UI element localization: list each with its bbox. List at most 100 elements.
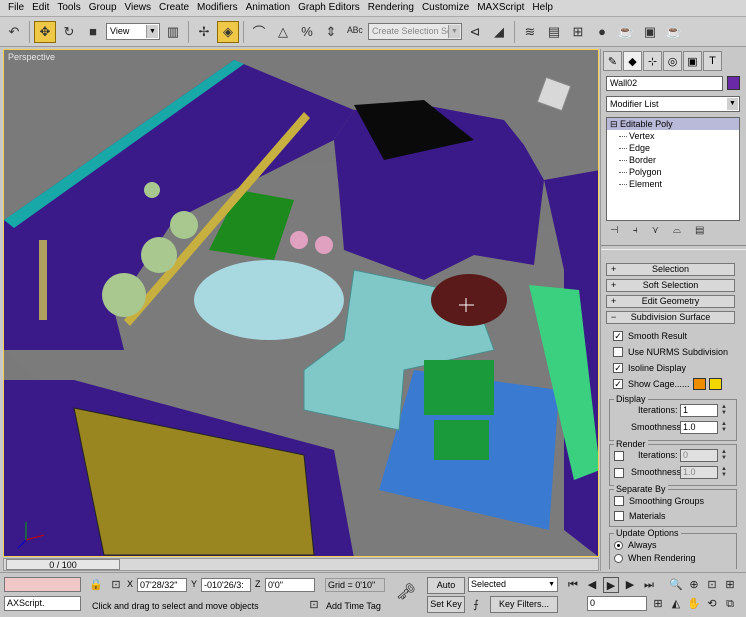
go-to-end-icon[interactable]: ⏭ (641, 577, 657, 593)
maximize-viewport-icon[interactable]: ⧉ (722, 596, 738, 612)
schematic-icon[interactable]: ⊞ (567, 21, 589, 43)
menu-customize[interactable]: Customize (418, 0, 473, 16)
object-name-field[interactable]: Wall02 (606, 76, 723, 91)
curve-editor-icon[interactable]: ▤ (543, 21, 565, 43)
scale-icon[interactable]: ■ (82, 21, 104, 43)
maxscript-listener-pink[interactable] (4, 577, 81, 592)
quick-render-icon[interactable]: ▣ (639, 21, 661, 43)
menu-file[interactable]: File (4, 0, 28, 16)
rollout-selection[interactable]: + Selection (606, 263, 735, 276)
configure-modifier-sets-icon[interactable]: ▤ (695, 225, 704, 241)
menu-maxscript[interactable]: MAXScript (473, 0, 528, 16)
viewcube[interactable] (536, 76, 572, 112)
menu-graph-editors[interactable]: Graph Editors (294, 0, 364, 16)
show-cage-checkbox[interactable]: ✓ Show Cage...... (613, 377, 722, 391)
spinner-arrows-icon[interactable]: ▲ ▼ (720, 421, 728, 434)
when-rendering-radio[interactable]: When Rendering (614, 551, 696, 565)
menu-edit[interactable]: Edit (28, 0, 53, 16)
y-coordinate-field[interactable]: -010'26/3: (201, 578, 251, 592)
display-smoothness-spinner[interactable]: 1.0 (680, 421, 718, 434)
display-iterations-spinner[interactable]: 1 (680, 404, 718, 417)
checkbox-unchecked[interactable] (614, 511, 624, 521)
x-coordinate-field[interactable]: 07'28/32" (137, 578, 187, 592)
key-icon[interactable]: 🗝 (395, 585, 417, 601)
utilities-tab-icon[interactable]: T (703, 51, 722, 71)
rollout-edit-geometry[interactable]: + Edit Geometry (606, 295, 735, 308)
spinner-snap-icon[interactable]: ⇕ (320, 21, 342, 43)
cage-color-swatch-1[interactable] (692, 378, 706, 390)
auto-key-button[interactable]: Auto Key (427, 577, 465, 605)
zoom-all-icon[interactable]: ⊕ (686, 577, 702, 593)
render-smoothness-spinner[interactable]: 1.0 (680, 466, 718, 479)
render-iterations-spinner[interactable]: 0 (680, 449, 718, 462)
orbit-icon[interactable]: ⟲ (704, 596, 720, 612)
pan-icon[interactable]: ✋ (686, 596, 702, 612)
checkbox-checked[interactable]: ✓ (613, 331, 623, 341)
spinner-arrows-icon[interactable]: ▲ ▼ (720, 404, 728, 417)
lock-selection-icon[interactable]: 🔒 (88, 577, 104, 593)
stack-item-element[interactable]: Element (607, 178, 739, 190)
modify-tab-icon[interactable]: ◆ (623, 51, 642, 71)
zoom-extents-icon[interactable]: ⊡ (704, 577, 720, 593)
add-time-tag[interactable]: Add Time Tag (326, 601, 381, 611)
absolute-mode-icon[interactable]: ⊡ (108, 577, 124, 593)
angle-snap-icon[interactable]: △ (272, 21, 294, 43)
show-end-result-icon[interactable]: ⫞ (633, 225, 638, 241)
checkbox-unchecked[interactable] (613, 347, 623, 357)
named-selection-icon[interactable]: ᴬᴮᶜ (344, 21, 366, 43)
use-nurms-checkbox[interactable]: Use NURMS Subdivision (613, 345, 728, 359)
checkbox-unchecked[interactable] (614, 496, 624, 506)
manipulate-icon[interactable]: ✢ (193, 21, 215, 43)
z-coordinate-field[interactable]: 0'0" (265, 578, 315, 592)
play-icon[interactable]: ▶ (603, 577, 619, 593)
menu-rendering[interactable]: Rendering (364, 0, 418, 16)
rollout-subdivision-surface[interactable]: − Subdivision Surface (606, 311, 735, 324)
render-iterations-checkbox[interactable] (614, 451, 624, 461)
stack-item-vertex[interactable]: Vertex (607, 130, 739, 142)
zoom-icon[interactable]: 🔍 (668, 577, 684, 593)
align-icon[interactable]: ◢ (488, 21, 510, 43)
layer-icon[interactable]: ≋ (519, 21, 541, 43)
field-of-view-icon[interactable]: ◭ (668, 596, 684, 612)
menu-animation[interactable]: Animation (242, 0, 294, 16)
percent-snap-icon[interactable]: % (296, 21, 318, 43)
next-frame-icon[interactable]: ▶ (622, 577, 638, 593)
radio-selected[interactable] (614, 540, 623, 550)
zoom-extents-all-icon[interactable]: ⊞ (722, 577, 738, 593)
always-radio[interactable]: Always (614, 538, 657, 552)
display-tab-icon[interactable]: ▣ (683, 51, 702, 71)
move-icon[interactable]: ✥ (34, 20, 56, 43)
pin-stack-icon[interactable]: ⊣ (610, 225, 619, 241)
stack-item-editable-poly[interactable]: ⊟ Editable Poly (607, 118, 739, 130)
motion-tab-icon[interactable]: ◎ (663, 51, 682, 71)
stack-item-border[interactable]: Border (607, 154, 739, 166)
spinner-arrows-icon[interactable]: ▲ ▼ (720, 449, 728, 462)
menu-modifiers[interactable]: Modifiers (193, 0, 242, 16)
viewport-label[interactable]: Perspective (8, 52, 55, 62)
time-slider-thumb[interactable]: 0 / 100 (6, 559, 120, 570)
make-unique-icon[interactable]: ⋎ (652, 225, 659, 241)
menu-tools[interactable]: Tools (53, 0, 84, 16)
menu-create[interactable]: Create (155, 0, 193, 16)
stack-item-polygon[interactable]: Polygon (607, 166, 739, 178)
isoline-display-checkbox[interactable]: ✓ Isoline Display (613, 361, 686, 375)
menu-views[interactable]: Views (121, 0, 156, 16)
mirror-icon[interactable]: ⊲ (464, 21, 486, 43)
render-smoothness-checkbox[interactable] (614, 468, 624, 478)
smoothing-groups-checkbox[interactable]: Smoothing Groups (614, 494, 704, 508)
materials-checkbox[interactable]: Materials (614, 509, 666, 523)
perspective-viewport[interactable]: Perspective (3, 49, 599, 557)
previous-frame-icon[interactable]: ◀ (584, 577, 600, 593)
smooth-result-checkbox[interactable]: ✓ Smooth Result (613, 329, 687, 343)
checkbox-checked[interactable]: ✓ (613, 379, 623, 389)
render-scene-icon[interactable]: ☕ (615, 21, 637, 43)
go-to-start-icon[interactable]: ⏮ (565, 577, 581, 593)
material-editor-icon[interactable]: ● (591, 21, 613, 43)
time-tag-icon[interactable]: ⊡ (306, 597, 322, 613)
key-tangent-icon[interactable]: ⨍ (468, 597, 484, 613)
maxscript-mini-listener[interactable]: AXScript. (4, 596, 81, 611)
snap-icon[interactable]: ⌒ (248, 21, 270, 43)
modifier-list-dropdown[interactable]: Modifier List ▼ (606, 96, 740, 112)
checkbox-checked[interactable]: ✓ (613, 363, 623, 373)
undo-icon[interactable]: ↶ (3, 21, 25, 43)
